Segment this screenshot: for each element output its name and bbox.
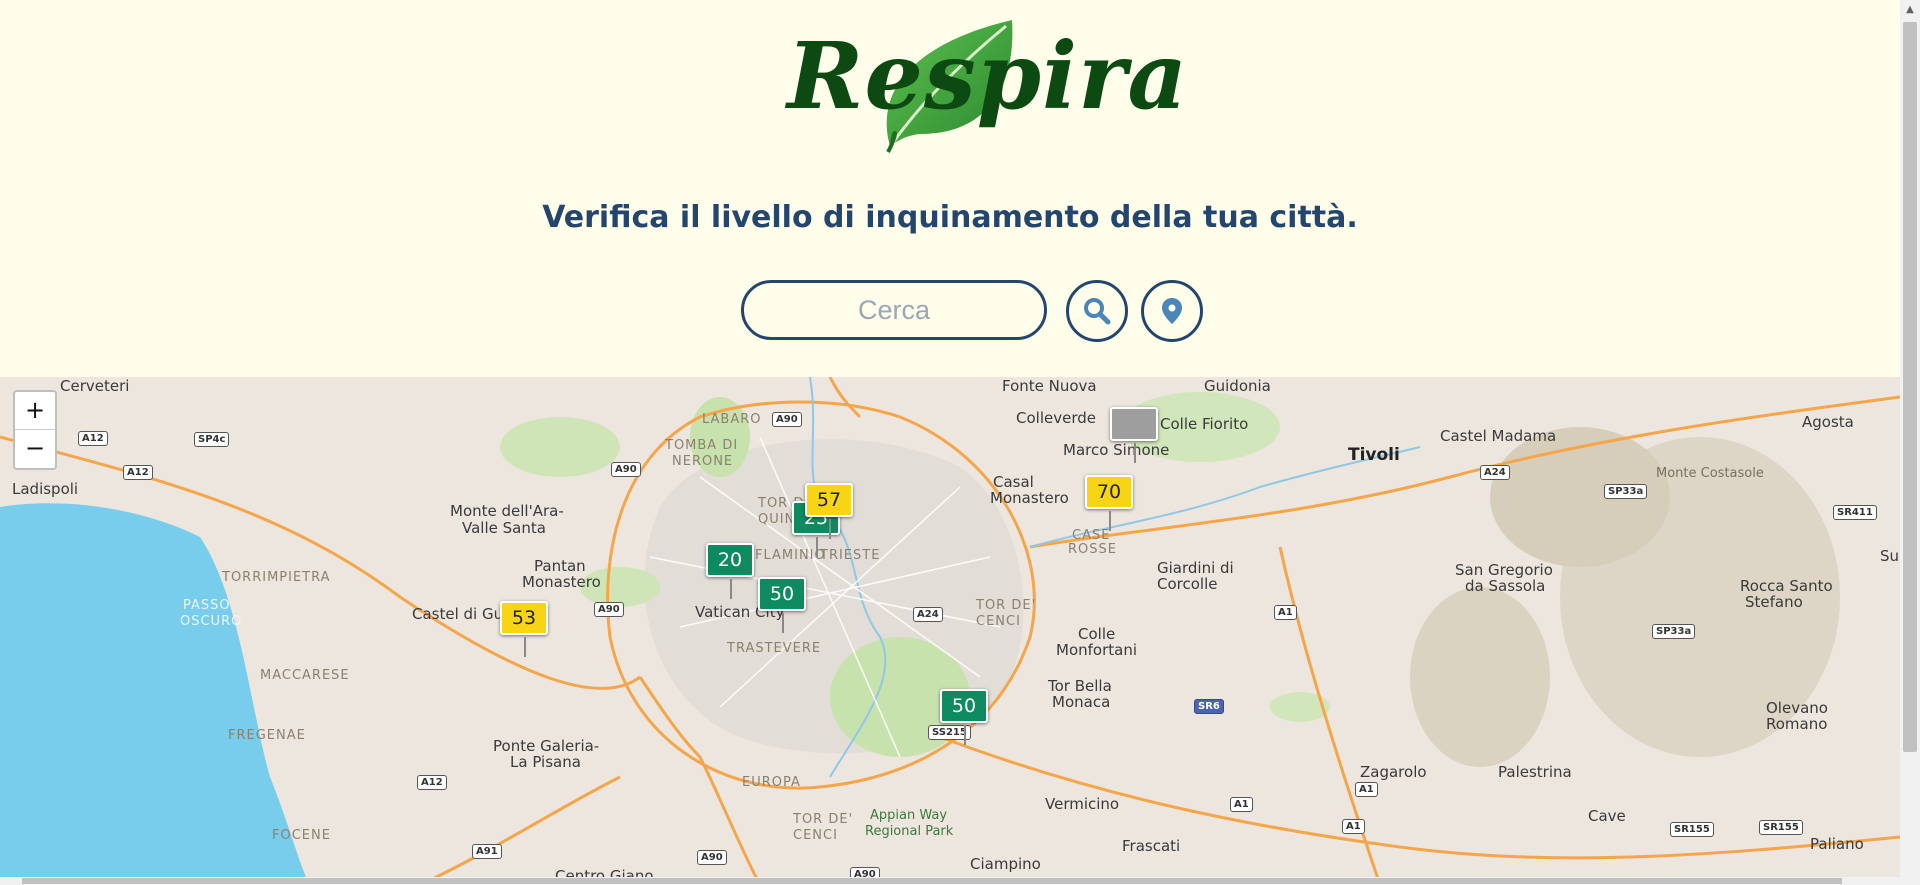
search-icon xyxy=(1084,298,1111,325)
aqi-station-marker[interactable]: 50 xyxy=(940,689,988,745)
aqi-station-marker[interactable]: 50 xyxy=(758,577,806,633)
road-shield: A12 xyxy=(78,431,108,446)
road-shield: A24 xyxy=(1480,465,1510,480)
map-place-label: Guidonia xyxy=(1204,377,1271,395)
map-place-label: Zagarolo xyxy=(1360,763,1427,781)
map-place-label: Paliano xyxy=(1810,835,1864,853)
road-shield: A90 xyxy=(772,412,802,427)
map-place-label: Monte dell'Ara- xyxy=(450,502,564,520)
road-shield: A24 xyxy=(913,607,943,622)
map-place-label: Cerveteri xyxy=(60,377,130,395)
road-shield: A12 xyxy=(417,775,447,790)
page-tagline: Verifica il livello di inquinamento dell… xyxy=(542,200,1358,235)
aqi-station-marker[interactable]: 53 xyxy=(500,601,548,657)
map-place-label: CENCI xyxy=(793,828,838,843)
vertical-scrollbar[interactable]: ▲ xyxy=(1900,0,1920,885)
map-place-label: FOCENE xyxy=(272,828,331,843)
map-zoom-control: + − xyxy=(13,390,57,470)
map-place-label: Cave xyxy=(1588,807,1626,825)
map-place-label: Monastero xyxy=(522,573,601,591)
road-shield: A90 xyxy=(611,462,641,477)
aqi-station-marker[interactable]: 57 xyxy=(805,483,853,539)
map-place-label: Fonte Nuova xyxy=(1002,377,1097,395)
map-place-label: Monastero xyxy=(990,489,1069,507)
map-place-label: Monte Costasole xyxy=(1656,466,1764,481)
road-shield: A90 xyxy=(697,850,727,865)
header: Respira Verifica il livello di inquiname… xyxy=(0,0,1900,377)
map-place-label: Stefano xyxy=(1745,593,1803,611)
map-place-label: Corcolle xyxy=(1157,575,1218,593)
map-place-label: La Pisana xyxy=(510,753,581,771)
road-shield: SR411 xyxy=(1833,505,1877,520)
respira-logo: Respira xyxy=(780,14,1187,154)
road-shield: A91 xyxy=(472,844,502,859)
road-shield: SR155 xyxy=(1759,820,1803,835)
map-place-label: NERONE xyxy=(672,454,734,469)
map-place-label: Tivoli xyxy=(1348,445,1400,465)
scroll-up-icon[interactable]: ▲ xyxy=(1900,0,1920,20)
map-place-label: FREGENAE xyxy=(228,728,306,743)
logo-text: Respira xyxy=(787,22,1189,130)
map-place-label: Agosta xyxy=(1802,413,1854,431)
road-shield: SP4c xyxy=(194,432,230,447)
pollution-map[interactable]: Cerveteri Ladispoli Monte dell'Ara- Valle S… xyxy=(0,377,1900,885)
road-shield: A1 xyxy=(1342,819,1365,834)
search-input[interactable] xyxy=(741,280,1047,340)
map-place-label: Valle Santa xyxy=(462,519,546,537)
map-place-label: Marco Simone xyxy=(1063,441,1170,459)
aqi-station-marker[interactable]: 20 xyxy=(706,543,754,599)
road-shield: SP33a xyxy=(1604,484,1648,499)
road-shield: SR6 xyxy=(1194,699,1224,714)
map-place-label: LABARO xyxy=(702,412,762,427)
map-place-label: ROSSE xyxy=(1068,542,1117,557)
map-place-label: Frascati xyxy=(1122,837,1181,855)
map-place-label: Ciampino xyxy=(970,855,1041,873)
road-shield: A1 xyxy=(1274,605,1297,620)
map-place-label: TRIESTE xyxy=(820,548,881,563)
aqi-station-marker[interactable]: – xyxy=(1110,407,1158,463)
map-place-label: TORRIMPIETRA xyxy=(222,570,331,585)
location-pin-icon xyxy=(1162,298,1182,324)
horizontal-scrollbar[interactable] xyxy=(0,877,1900,885)
zoom-out-button[interactable]: − xyxy=(15,429,55,467)
map-place-label: Castel Madama xyxy=(1440,427,1557,445)
map-place-label: EUROPA xyxy=(742,775,801,790)
road-shield: A12 xyxy=(123,465,153,480)
geolocate-button[interactable] xyxy=(1141,280,1203,342)
map-place-label: CENCI xyxy=(976,614,1021,629)
aqi-station-marker[interactable]: 70 xyxy=(1085,475,1133,531)
map-place-label: Su xyxy=(1880,547,1900,565)
road-shield: A1 xyxy=(1355,782,1378,797)
road-shield: SR155 xyxy=(1670,822,1714,837)
map-place-label: Ladispoli xyxy=(12,480,79,498)
map-place-label: TRASTEVERE xyxy=(727,641,822,656)
map-place-label: Vermicino xyxy=(1045,795,1120,813)
map-place-label: Regional Park xyxy=(865,824,954,839)
map-place-label: Monfortani xyxy=(1056,641,1137,659)
road-shield: SP33a xyxy=(1652,624,1696,639)
scrollbar-thumb[interactable] xyxy=(1903,22,1917,752)
map-place-label: Colle Fiorito xyxy=(1160,415,1249,433)
map-place-label: MACCARESE xyxy=(260,668,350,683)
road-shield: A1 xyxy=(1230,797,1253,812)
map-place-label: Colleverde xyxy=(1016,409,1096,427)
map-place-label: OSCURO xyxy=(180,614,243,629)
map-place-label: Monaca xyxy=(1052,693,1111,711)
map-place-label: Romano xyxy=(1766,715,1828,733)
zoom-in-button[interactable]: + xyxy=(15,392,55,429)
search-button[interactable] xyxy=(1066,280,1128,342)
map-place-label: da Sassola xyxy=(1465,577,1546,595)
map-place-label: Palestrina xyxy=(1498,763,1572,781)
scrollbar-thumb[interactable] xyxy=(22,878,1842,884)
road-shield: A90 xyxy=(594,602,624,617)
